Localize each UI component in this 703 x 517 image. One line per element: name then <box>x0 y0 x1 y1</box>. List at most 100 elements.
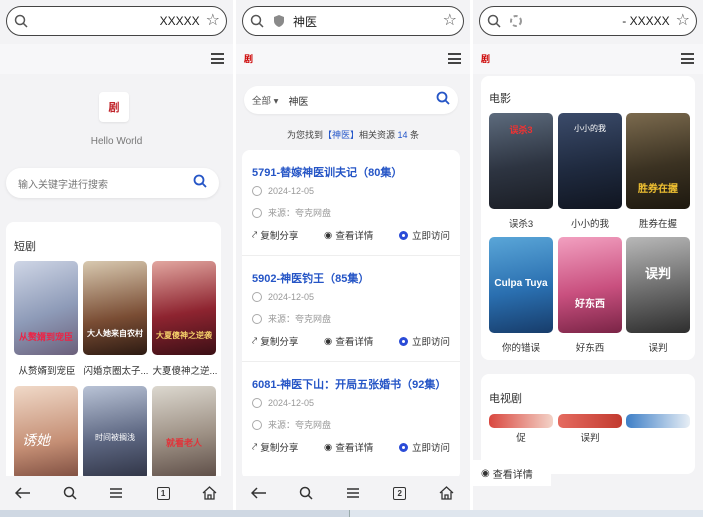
poster-caption[interactable]: 促 <box>489 430 553 444</box>
result-count: 为您找到【神医】相关资源 14 条 <box>236 128 470 141</box>
search-icon[interactable] <box>61 484 79 502</box>
home-icon[interactable] <box>201 484 219 502</box>
poster-image[interactable]: 大夏傻神之逆袭 <box>152 261 216 355</box>
address-url[interactable]: - XXXXX <box>530 14 669 28</box>
poster-image[interactable]: 大人她来自农村 <box>83 261 147 355</box>
loading-icon <box>508 13 524 29</box>
search-icon <box>13 13 29 29</box>
share-label: 复制分享 <box>260 231 299 242</box>
search-box[interactable]: 输入关键字进行搜索 <box>6 168 219 198</box>
address-bar[interactable]: XXXXX ☆ <box>6 6 227 36</box>
share-button[interactable]: ⤤ 复制分享 <box>252 228 299 243</box>
poster-image[interactable]: 就看老人 <box>152 386 216 480</box>
search-icon[interactable] <box>193 174 207 193</box>
menu-icon[interactable] <box>211 53 224 64</box>
section-title: 电影 <box>489 93 511 105</box>
poster-caption[interactable]: 小小的我 <box>558 216 622 230</box>
poster-image[interactable] <box>626 414 690 428</box>
result-title[interactable]: 5791-替嫁神医训夫记（80集） <box>252 164 402 180</box>
home-icon[interactable] <box>438 484 456 502</box>
search-scope-select[interactable]: 全部 ▾ <box>252 93 278 107</box>
poster-caption[interactable]: 胜券在握 <box>626 216 690 230</box>
share-label: 复制分享 <box>260 443 299 454</box>
menu-icon[interactable] <box>448 53 461 64</box>
share-button[interactable]: ⤤ 复制分享 <box>252 440 299 455</box>
poster-image[interactable]: 时间被搁浅 <box>83 386 147 480</box>
result-source: 来源：夸克网盘 <box>252 312 331 325</box>
poster-art-text: 从赘婿到宠臣 <box>18 332 73 342</box>
menu-icon[interactable] <box>344 484 362 502</box>
poster-caption[interactable]: 好东西 <box>558 340 622 354</box>
address-bar[interactable]: - XXXXX ☆ <box>479 6 697 36</box>
result-title[interactable]: 5902-神医钓王（85集） <box>252 270 369 286</box>
globe-icon <box>252 313 262 324</box>
bookmark-star-icon[interactable]: ☆ <box>676 13 690 29</box>
bookmark-star-icon[interactable]: ☆ <box>443 13 457 29</box>
poster-image[interactable] <box>558 414 622 428</box>
search-input[interactable]: 输入关键字进行搜索 <box>18 176 193 191</box>
detail-button[interactable]: ◉ 查看详情 <box>473 460 551 486</box>
address-url[interactable]: XXXXX <box>35 14 200 28</box>
address-url[interactable]: 神医 <box>293 13 437 30</box>
poster-caption[interactable]: 你的错误 <box>489 340 553 354</box>
poster-image[interactable]: 误判 <box>626 237 690 333</box>
tab-count: 2 <box>393 486 407 500</box>
poster-caption[interactable]: 误判 <box>626 340 690 354</box>
globe-icon <box>252 207 262 218</box>
tv-section: 电视剧 促 误判 <box>481 374 695 474</box>
poster-image[interactable] <box>489 414 553 428</box>
share-button[interactable]: ⤤ 复制分享 <box>252 334 298 349</box>
list-item: 5791-替嫁神医训夫记（80集） 2024-12-05 来源：夸克网盘 ⤤ 复制… <box>242 150 460 256</box>
poster-caption[interactable]: 误判 <box>558 430 622 444</box>
search-box[interactable]: 全部 ▾ 神医 <box>244 86 458 114</box>
poster-caption[interactable]: 误杀3 <box>489 216 553 230</box>
tabs-button[interactable]: 1 <box>154 484 172 502</box>
detail-button[interactable]: ◉ 查看详情 <box>324 440 374 455</box>
poster-image[interactable]: 小小的我 <box>558 113 622 209</box>
detail-label: 查看详情 <box>335 443 374 454</box>
search-icon[interactable] <box>436 91 450 110</box>
poster-image[interactable]: 好东西 <box>558 237 622 333</box>
poster-art-text: 小小的我 <box>574 124 606 133</box>
search-input[interactable]: 神医 <box>288 93 436 108</box>
poster-image[interactable]: 误杀3 <box>489 113 553 209</box>
visit-button[interactable]: 立即访问 <box>398 334 450 348</box>
tabs-button[interactable]: 2 <box>391 484 409 502</box>
eye-icon: ◉ <box>324 441 333 453</box>
result-title[interactable]: 6081-神医下山：开局五张婚书（92集） <box>252 376 446 392</box>
source-text: 来源：夸克网盘 <box>268 208 332 218</box>
found-middle: 相关资源 <box>358 130 395 140</box>
date-text: 2024-12-05 <box>268 186 315 196</box>
search-icon <box>249 13 265 29</box>
source-text: 来源：夸克网盘 <box>268 314 332 324</box>
back-icon[interactable] <box>250 484 268 502</box>
poster-image[interactable]: Culpa Tuya <box>489 237 553 333</box>
poster-caption[interactable]: 大夏傻神之逆... <box>152 363 218 377</box>
address-bar[interactable]: 神医 ☆ <box>242 6 464 36</box>
poster-image[interactable]: 诱她 <box>14 386 78 480</box>
visit-label: 立即访问 <box>411 337 450 348</box>
poster-art-text: 胜券在握 <box>638 184 678 195</box>
poster-caption[interactable]: 闪婚京圈太子... <box>83 363 149 377</box>
visit-icon <box>398 336 408 346</box>
back-icon[interactable] <box>14 484 32 502</box>
tab-count: 1 <box>156 486 170 500</box>
site-header: 剧 <box>236 44 470 74</box>
result-actions: ⤤ 复制分享 ◉ 查看详情 立即访问 <box>252 440 450 455</box>
poster-image[interactable]: 胜券在握 <box>626 113 690 209</box>
menu-icon[interactable] <box>107 484 125 502</box>
date-text: 2024-12-05 <box>268 292 315 302</box>
search-icon <box>486 13 502 29</box>
result-actions: ⤤ 复制分享 ◉ 查看详情 立即访问 <box>252 228 450 243</box>
found-prefix: 为您找到 <box>286 130 323 140</box>
poster-image[interactable]: 从赘婿到宠臣 <box>14 261 78 355</box>
list-item: 6081-神医下山：开局五张婚书（92集） 2024-12-05 来源：夸克网盘… <box>242 362 460 468</box>
menu-icon[interactable] <box>681 53 694 64</box>
search-icon[interactable] <box>297 484 315 502</box>
bookmark-star-icon[interactable]: ☆ <box>206 13 220 29</box>
poster-caption[interactable]: 从赘婿到宠臣 <box>14 363 80 377</box>
visit-button[interactable]: 立即访问 <box>398 440 450 454</box>
detail-button[interactable]: ◉ 查看详情 <box>324 334 373 349</box>
detail-button[interactable]: ◉ 查看详情 <box>324 228 373 243</box>
visit-button[interactable]: 立即访问 <box>398 228 450 242</box>
